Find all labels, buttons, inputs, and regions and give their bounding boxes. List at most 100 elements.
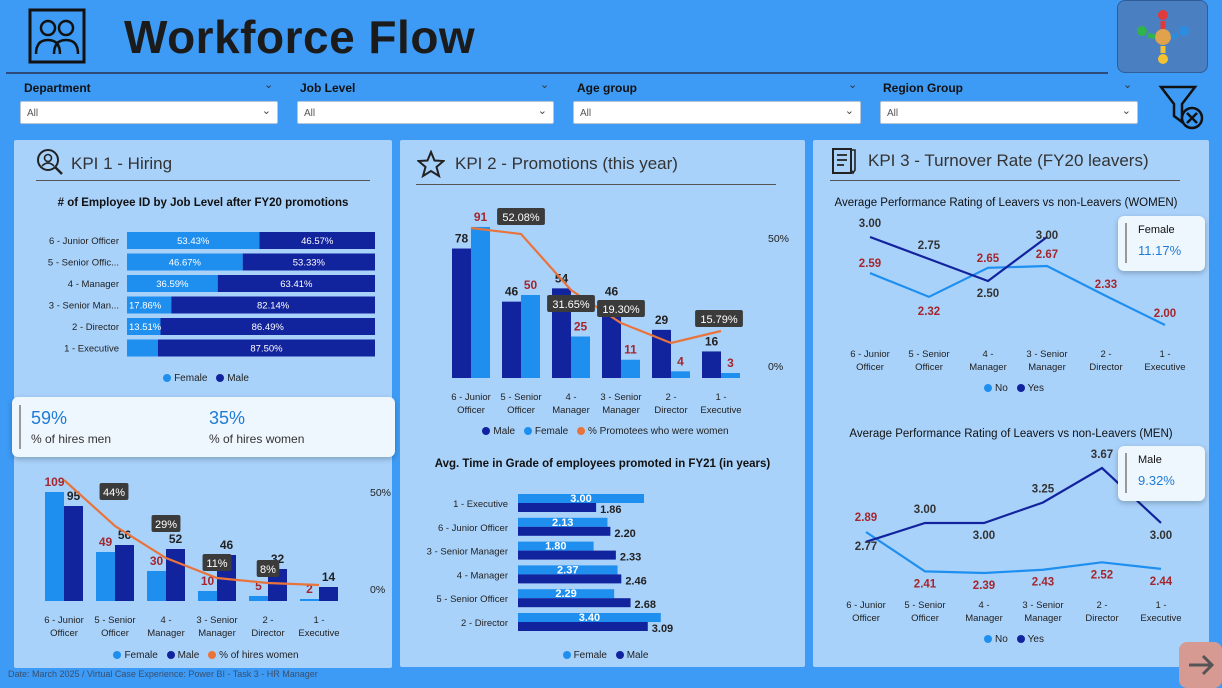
filter-job-level-value: All <box>304 108 316 119</box>
filter-region-group-select[interactable]: All ⌄ <box>880 101 1138 124</box>
x-tick-label: 4 - <box>978 600 989 611</box>
bar-label-male: 16 <box>705 334 719 348</box>
male-card-label: Male <box>1138 454 1162 466</box>
time-label-male: 1.86 <box>600 504 621 516</box>
stacked-category-label: 2 - Director <box>72 322 119 333</box>
legend-male: Male <box>493 426 516 437</box>
line-label-yes: 2.77 <box>855 541 877 553</box>
time-label-female: 2.29 <box>555 588 576 600</box>
kpi2-title: KPI 2 - Promotions (this year) <box>455 154 678 173</box>
bar-label-male: 46 <box>505 285 519 299</box>
time-category-label: 1 - Executive <box>453 499 508 510</box>
time-label-male: 3.09 <box>652 623 673 635</box>
stacked-label-female: 46.67% <box>169 258 202 269</box>
x-tick-label: 6 - Junior <box>44 615 84 626</box>
time-category-label: 4 - Manager <box>457 570 508 581</box>
hires-card: 59% % of hires men 35% % of hires women <box>12 397 395 457</box>
yes-dot-icon <box>1016 384 1025 392</box>
legend-yes: Yes <box>1027 383 1044 394</box>
stacked-label-female: 13.51% <box>129 322 162 333</box>
x-tick-label: 2 - <box>262 615 273 626</box>
kpi1-divider <box>36 180 370 181</box>
no-dot-icon <box>984 384 993 392</box>
x-tick-label: Manager <box>602 405 640 416</box>
line-label-yes: 3.00 <box>914 504 936 516</box>
bar-female <box>300 599 319 601</box>
male-turnover-card: Male 9.32% <box>1118 446 1205 501</box>
female-dot-icon <box>163 374 172 382</box>
filter-department-select[interactable]: All ⌄ <box>20 101 278 124</box>
line-label-yes: 3.00 <box>1150 530 1172 542</box>
chevron-down-icon[interactable]: ⌄ <box>1123 78 1132 91</box>
filter-job-level-select[interactable]: All ⌄ <box>297 101 554 124</box>
kpi3-title: KPI 3 - Turnover Rate (FY20 leavers) <box>868 151 1149 170</box>
line-yes <box>865 466 1162 543</box>
legend-male: Male <box>177 650 200 661</box>
x-tick-label: Officer <box>915 362 943 373</box>
star-icon <box>415 149 447 179</box>
female-dot-icon <box>562 651 571 659</box>
kpi2-divider <box>416 184 776 185</box>
chevron-down-icon[interactable]: ⌄ <box>540 78 549 91</box>
card-accent <box>1125 223 1127 263</box>
yes-dot-icon <box>1016 635 1025 643</box>
x-tick-label: Officer <box>507 405 535 416</box>
next-page-button[interactable] <box>1179 642 1222 688</box>
bar-label-female: 50 <box>524 278 538 292</box>
legend-male: Male <box>626 650 649 661</box>
stacked-label-male: 87.50% <box>250 344 283 355</box>
chevron-down-icon[interactable]: ⌄ <box>264 78 273 91</box>
women-legend: No Yes <box>813 383 1209 394</box>
time-category-label: 3 - Senior Manager <box>427 547 508 558</box>
bar-label-male: 95 <box>67 489 81 503</box>
bar-label-female: 4 <box>677 354 684 368</box>
filter-region-group-label: Region Group <box>883 81 963 95</box>
x-tick-label: Director <box>251 628 284 639</box>
chevron-down-icon: ⌄ <box>1121 105 1131 117</box>
men-chart-title: Average Performance Rating of Leavers vs… <box>849 428 1173 440</box>
hires-combo-chart: 50%0%109956 - JuniorOfficer49 565 - Senio… <box>44 475 391 639</box>
time-label-male: 2.68 <box>635 599 656 611</box>
kpi1-legend: Female Male <box>14 373 392 384</box>
bar-label-male: 29 <box>655 313 669 327</box>
bar-female <box>621 359 640 378</box>
page-title: Workforce Flow <box>124 11 476 63</box>
x-tick-label: 6 - Junior <box>850 349 890 360</box>
line-dot-icon <box>208 651 217 659</box>
line-label-no: 2.32 <box>918 306 940 318</box>
chevron-down-icon[interactable]: ⌄ <box>848 78 857 91</box>
line-no <box>865 531 1162 575</box>
legend-line: % of hires women <box>219 650 299 661</box>
x-tick-label: Officer <box>856 362 884 373</box>
line-data-label: 15.79% <box>700 314 738 326</box>
stacked-category-label: 3 - Senior Man... <box>49 301 119 312</box>
axis-top-label: 50% <box>768 233 789 245</box>
line-label-yes: 3.25 <box>1032 483 1055 495</box>
bar-female <box>571 336 590 378</box>
bar-female <box>45 492 64 601</box>
filter-age-group-select[interactable]: All ⌄ <box>573 101 861 124</box>
time-category-label: 2 - Director <box>461 618 508 629</box>
bar-female <box>471 226 490 378</box>
clear-filters-icon[interactable] <box>1158 84 1208 132</box>
x-tick-label: Director <box>654 405 687 416</box>
x-tick-label: Executive <box>700 405 741 416</box>
line-yes <box>869 235 1048 283</box>
legend-line: % Promotees who were women <box>587 426 729 437</box>
filter-age-group-value: All <box>580 108 592 119</box>
x-tick-label: 6 - Junior <box>451 392 491 403</box>
stacked-category-label: 5 - Senior Offic... <box>48 258 119 269</box>
stacked-label-male: 46.57% <box>301 236 334 247</box>
filter-region-group-value: All <box>887 108 899 119</box>
time-label-female: 2.37 <box>557 564 578 576</box>
x-tick-label: 4 - <box>565 392 576 403</box>
line-label-yes: 3.00 <box>859 218 881 230</box>
time-label-female: 1.80 <box>545 541 566 553</box>
x-tick-label: 1 - <box>1155 600 1166 611</box>
x-tick-label: 3 - Senior <box>1026 349 1067 360</box>
time-label-male: 2.33 <box>620 552 641 564</box>
axis-top-label: 50% <box>370 487 391 499</box>
x-tick-label: 2 - <box>1100 349 1111 360</box>
bar-label-male: 46 <box>605 285 619 299</box>
header-divider <box>6 72 1108 74</box>
